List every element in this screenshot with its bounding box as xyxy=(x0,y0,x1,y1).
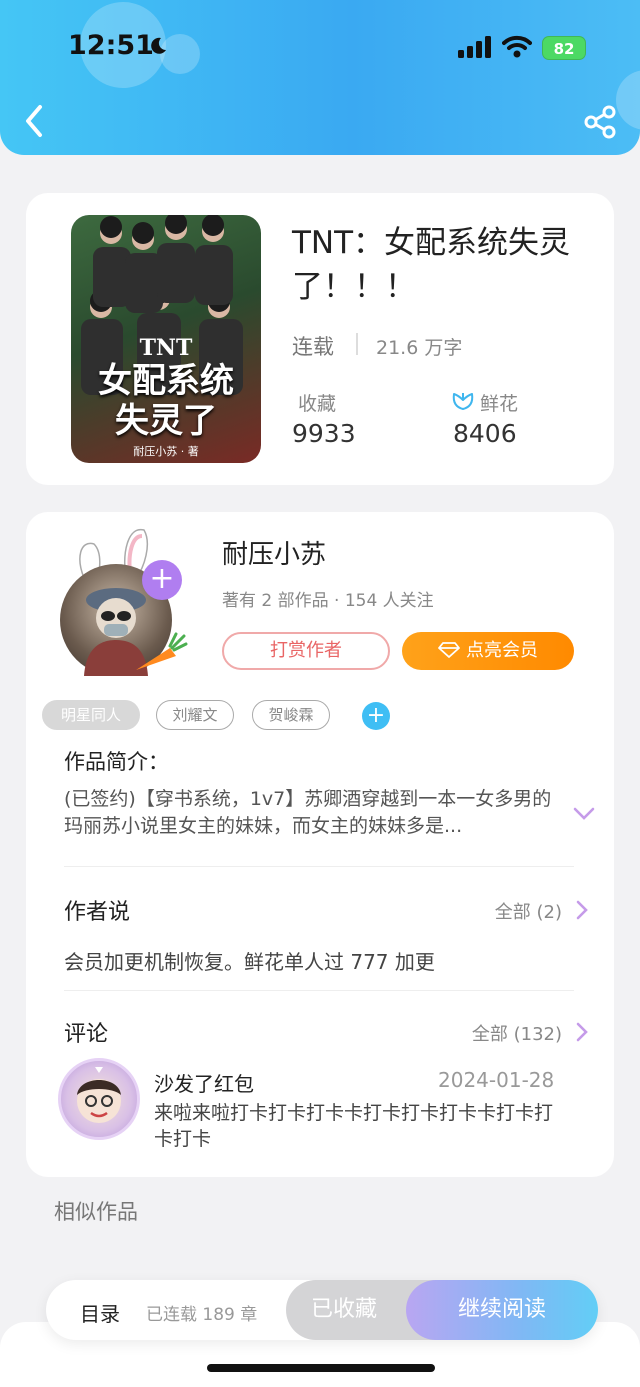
favorites-count: 9933 xyxy=(292,419,356,448)
cover-title-line: 女配系统 xyxy=(98,361,234,401)
comment-text: 来啦来啦打卡打卡打卡卡打卡打卡打卡卡打卡打卡打卡 xyxy=(154,1102,554,1150)
cover-title-line: 失灵了 xyxy=(115,401,217,441)
tip-author-button[interactable]: 打赏作者 xyxy=(222,632,390,670)
carrot-decoration xyxy=(136,632,188,670)
toc-button[interactable]: 目录 xyxy=(80,1298,120,1327)
commenter-avatar[interactable] xyxy=(58,1058,140,1140)
tag-item[interactable]: 明星同人 xyxy=(42,700,140,730)
chevron-right-icon[interactable] xyxy=(576,1022,588,1042)
book-status: 连载 xyxy=(292,335,334,359)
vip-button[interactable]: 点亮会员 xyxy=(402,632,574,670)
word-count: 21.6 万字 xyxy=(376,337,463,359)
book-title: TNT：女配系统失灵了！！！ xyxy=(292,225,571,305)
comment-date: 2024-01-28 xyxy=(438,1068,555,1092)
flower-icon xyxy=(452,393,474,410)
share-icon[interactable] xyxy=(582,104,618,140)
battery-indicator: 82 xyxy=(542,36,586,60)
intro-text: (已签约)【穿书系统，1v7】苏卿酒穿越到一本一女多男的玛丽苏小说里女主的妹妹，… xyxy=(64,788,552,837)
chevron-right-icon[interactable] xyxy=(576,900,588,920)
divider xyxy=(356,333,358,355)
tag-item[interactable]: 贺峻霖 xyxy=(252,700,330,730)
continue-reading-button[interactable]: 继续阅读 xyxy=(406,1280,598,1340)
cover-author-text: 耐压小苏 · 著 xyxy=(133,445,199,458)
vip-button-label: 点亮会员 xyxy=(466,640,538,661)
home-indicator xyxy=(207,1364,435,1372)
comment-username[interactable]: 沙发了红包 xyxy=(154,1068,254,1097)
signal-icon xyxy=(458,36,491,58)
author-say-title: 作者说 xyxy=(64,900,131,925)
follow-plus-button[interactable]: + xyxy=(142,560,182,600)
divider xyxy=(64,990,574,991)
author-info-card: + 耐压小苏 著有 2 部作品 · 154 人关注 打赏作者 点亮会员 明星同人… xyxy=(26,512,614,1177)
saved-button-label: 已收藏 xyxy=(310,1297,377,1322)
chevron-down-icon[interactable] xyxy=(572,806,596,822)
diamond-icon xyxy=(438,642,460,658)
status-time: 12:51 xyxy=(68,30,154,61)
flowers-count: 8406 xyxy=(453,419,517,448)
flowers-label: 鲜花 xyxy=(480,393,519,415)
moon-icon xyxy=(151,37,166,54)
top-header: 12:51 82 xyxy=(0,0,640,155)
intro-title: 作品简介： xyxy=(64,750,169,774)
cover-title-text: 女配系统 失灵了 xyxy=(81,361,251,441)
book-info-card: TNT 女配系统 失灵了 耐压小苏 · 著 TNT：女配系统失灵了！！！ 连载 … xyxy=(26,193,614,485)
comments-title: 评论 xyxy=(64,1022,109,1047)
favorites-label: 收藏 xyxy=(298,393,337,415)
chapter-count: 已连载 189 章 xyxy=(146,1305,258,1325)
back-icon[interactable] xyxy=(22,104,48,138)
wifi-icon xyxy=(502,35,532,58)
commenter-photo xyxy=(77,1067,121,1123)
book-cover[interactable]: TNT 女配系统 失灵了 耐压小苏 · 著 xyxy=(71,215,261,463)
author-meta: 著有 2 部作品 · 154 人关注 xyxy=(222,591,434,611)
author-say-all-link[interactable]: 全部 (2) xyxy=(495,898,562,924)
decor-bubble xyxy=(616,70,640,130)
author-name[interactable]: 耐压小苏 xyxy=(222,534,326,571)
similar-works-title: 相似作品 xyxy=(54,1200,138,1224)
cover-tnt-text: TNT xyxy=(139,335,193,361)
add-tag-button[interactable]: + xyxy=(362,702,390,730)
bottom-action-bar: 目录 已连载 189 章 已收藏 继续阅读 xyxy=(46,1280,598,1340)
tag-item[interactable]: 刘耀文 xyxy=(156,700,234,730)
comments-all-link[interactable]: 全部 (132) xyxy=(472,1020,562,1046)
author-say-text: 会员加更机制恢复。鲜花单人过 777 加更 xyxy=(64,950,435,974)
divider xyxy=(64,866,574,867)
